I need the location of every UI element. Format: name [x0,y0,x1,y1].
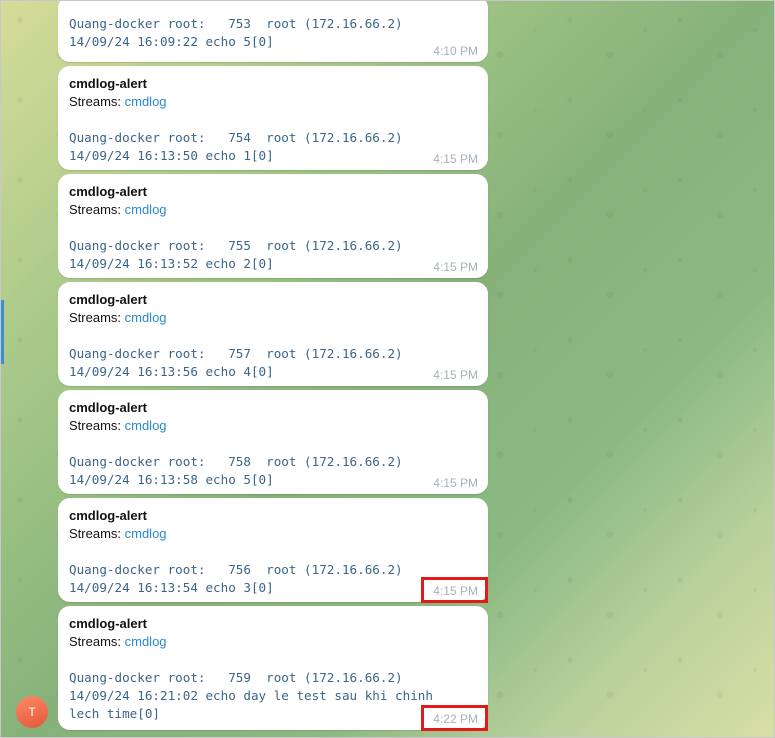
message-feed[interactable]: Quang-docker root: 753 root (172.16.66.2… [0,0,775,738]
message-log-line: 14/09/24 16:21:02 echo day le test sau k… [69,688,433,703]
streams-label: Streams: [69,310,125,325]
sender-name[interactable]: cmdlog-alert [69,615,476,633]
streams-line: Streams: cmdlog [69,309,476,327]
message-log-line: Quang-docker root: 756 root (172.16.66.2… [69,562,403,577]
message-timestamp: 4:15 PM [433,476,478,490]
message-log-line: 14/09/24 16:09:22 echo 5[0] [69,34,274,49]
streams-line: Streams: cmdlog [69,93,476,111]
message-timestamp: 4:22 PM [433,712,478,726]
message-timestamp: 4:15 PM [433,584,478,598]
message-bubble[interactable]: Quang-docker root: 753 root (172.16.66.2… [58,0,488,62]
streams-label: Streams: [69,418,125,433]
streams-link[interactable]: cmdlog [125,94,167,109]
sender-name[interactable]: cmdlog-alert [69,507,476,525]
message-log-line: 14/09/24 16:13:54 echo 3[0] [69,580,274,595]
message-bubble[interactable]: cmdlog-alert Streams: cmdlog Quang-docke… [58,66,488,170]
message-log-line: Quang-docker root: 754 root (172.16.66.2… [69,130,403,145]
message-bubble[interactable]: cmdlog-alert Streams: cmdlog Quang-docke… [58,174,488,278]
streams-link[interactable]: cmdlog [125,418,167,433]
message-log-line: Quang-docker root: 753 root (172.16.66.2… [69,16,403,31]
streams-link[interactable]: cmdlog [125,202,167,217]
avatar[interactable]: T [16,696,48,728]
message-bubble[interactable]: cmdlog-alert Streams: cmdlog Quang-docke… [58,390,488,494]
message-timestamp: 4:10 PM [433,44,478,58]
streams-line: Streams: cmdlog [69,633,476,651]
message-bubble[interactable]: cmdlog-alert Streams: cmdlog Quang-docke… [58,606,488,730]
streams-label: Streams: [69,634,125,649]
message-log-line: 14/09/24 16:13:58 echo 5[0] [69,472,274,487]
sender-name[interactable]: cmdlog-alert [69,399,476,417]
streams-label: Streams: [69,526,125,541]
streams-line: Streams: cmdlog [69,201,476,219]
streams-label: Streams: [69,94,125,109]
message-log-line: lech time[0] [69,706,160,721]
sender-name[interactable]: cmdlog-alert [69,291,476,309]
streams-link[interactable]: cmdlog [125,310,167,325]
message-log-line: Quang-docker root: 758 root (172.16.66.2… [69,454,403,469]
message-timestamp: 4:15 PM [433,368,478,382]
message-log-line: Quang-docker root: 759 root (172.16.66.2… [69,670,403,685]
message-timestamp: 4:15 PM [433,152,478,166]
message-log-line: 14/09/24 16:13:52 echo 2[0] [69,256,274,271]
streams-line: Streams: cmdlog [69,417,476,435]
sender-name[interactable]: cmdlog-alert [69,183,476,201]
streams-link[interactable]: cmdlog [125,526,167,541]
message-log-line: Quang-docker root: 757 root (172.16.66.2… [69,346,403,361]
message-timestamp: 4:15 PM [433,260,478,274]
message-log-line: 14/09/24 16:13:56 echo 4[0] [69,364,274,379]
sender-name[interactable]: cmdlog-alert [69,75,476,93]
message-bubble[interactable]: cmdlog-alert Streams: cmdlog Quang-docke… [58,498,488,602]
message-log-line: Quang-docker root: 755 root (172.16.66.2… [69,238,403,253]
message-log-line: 14/09/24 16:13:50 echo 1[0] [69,148,274,163]
message-bubble[interactable]: cmdlog-alert Streams: cmdlog Quang-docke… [58,282,488,386]
streams-line: Streams: cmdlog [69,525,476,543]
streams-link[interactable]: cmdlog [125,634,167,649]
streams-label: Streams: [69,202,125,217]
